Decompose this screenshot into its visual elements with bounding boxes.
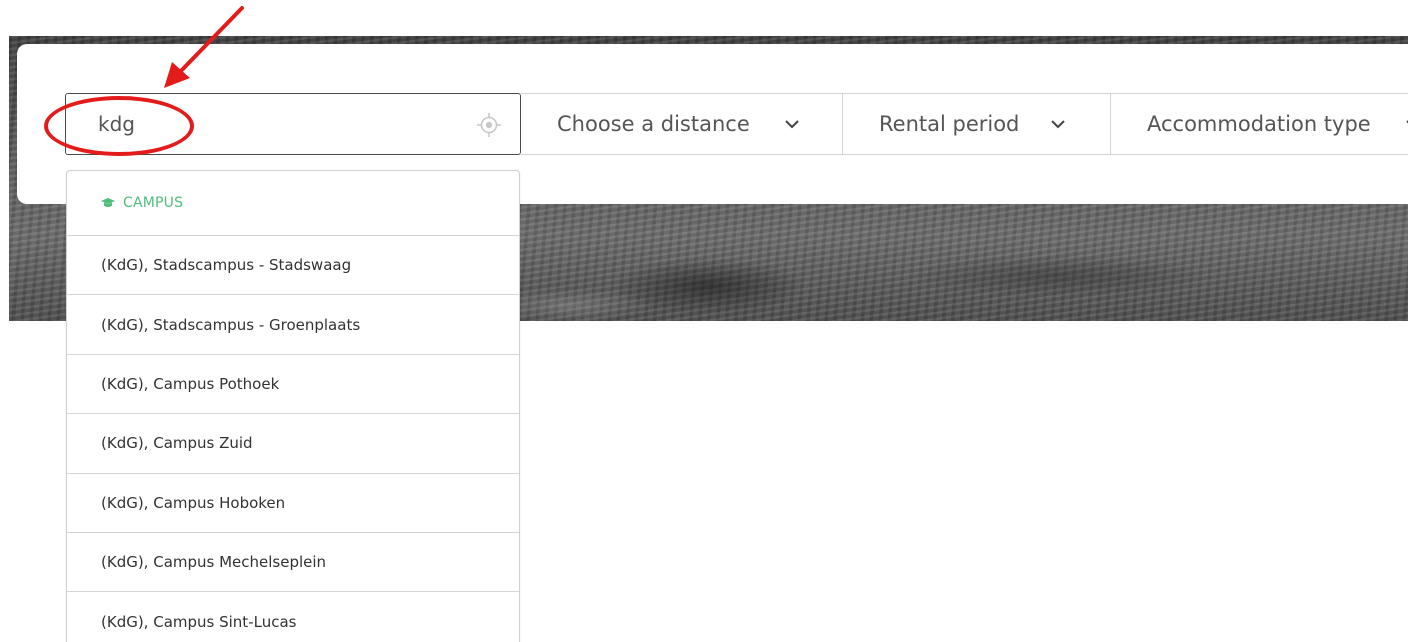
suggestion-item[interactable]: (KdG), Stadscampus - Groenplaats [67,295,519,355]
distance-select-label: Choose a distance [557,112,750,136]
annotation-ellipse [44,96,194,156]
page: kdg Choose a distance Rental period Acco… [0,0,1408,642]
distance-select[interactable]: Choose a distance [521,93,843,155]
chevron-down-icon [1051,120,1065,129]
suggestion-group-header: CAMPUS [67,171,519,236]
rental-period-select-label: Rental period [879,112,1020,136]
suggestion-item[interactable]: (KdG), Campus Hoboken [67,474,519,533]
accommodation-type-select[interactable]: Accommodation type [1111,93,1408,155]
suggestion-group-label: CAMPUS [123,195,184,211]
crosshair-location-icon[interactable] [476,112,502,138]
graduation-cap-icon [101,198,115,207]
location-suggestions-dropdown: CAMPUS (KdG), Stadscampus - Stadswaag (K… [66,170,520,642]
rental-period-select[interactable]: Rental period [843,93,1111,155]
suggestion-item[interactable]: (KdG), Stadscampus - Stadswaag [67,236,519,296]
suggestion-item[interactable]: (KdG), Campus Zuid [67,414,519,474]
chevron-down-icon [785,120,799,129]
suggestion-item[interactable]: (KdG), Campus Pothoek [67,355,519,415]
accommodation-type-select-label: Accommodation type [1147,112,1371,136]
suggestion-item[interactable]: (KdG), Campus Sint-Lucas [67,592,519,642]
suggestion-item[interactable]: (KdG), Campus Mechelseplein [67,533,519,593]
annotation-arrow-icon [164,6,244,88]
